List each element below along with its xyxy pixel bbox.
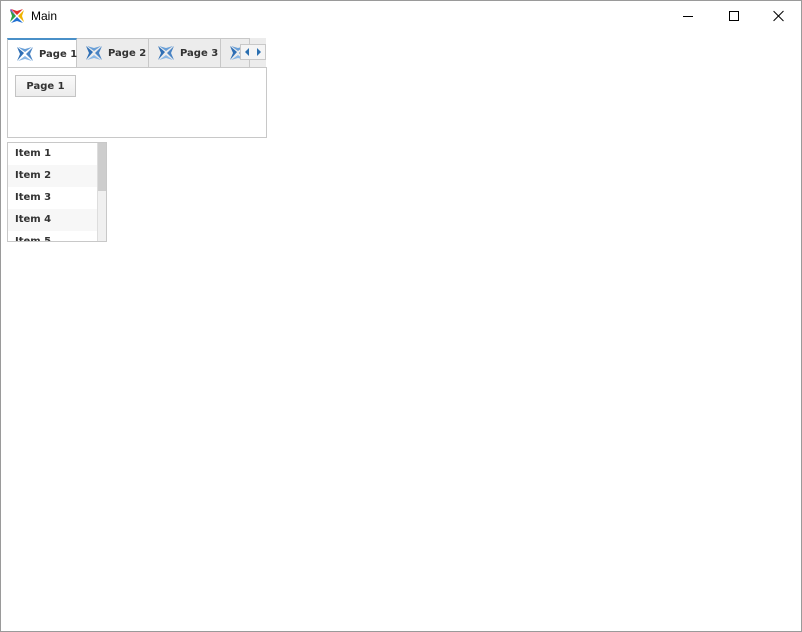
- maximize-icon: [729, 11, 739, 21]
- list-item[interactable]: Item 5: [8, 231, 98, 241]
- tab-page-icon: [158, 46, 174, 60]
- tab-pane: Page 1 Page 2 Page 3 Page 1: [7, 38, 267, 138]
- list-scrollbar[interactable]: [97, 143, 106, 241]
- close-button[interactable]: [756, 1, 802, 31]
- minimize-button[interactable]: [665, 1, 711, 31]
- tab-header: Page 1 Page 2 Page 3: [7, 38, 266, 67]
- window-title: Main: [31, 9, 58, 23]
- list-item[interactable]: Item 3: [8, 187, 98, 209]
- title-bar[interactable]: Main: [1, 1, 801, 31]
- list-item[interactable]: Item 1: [8, 143, 98, 165]
- tab-scroll-right-icon[interactable]: [253, 45, 265, 59]
- tab-content-page-1: Page 1: [7, 67, 267, 138]
- close-icon: [773, 10, 785, 22]
- tab-page-icon: [86, 46, 102, 60]
- tab-scroll-controls: [240, 44, 266, 60]
- list-item[interactable]: Item 2: [8, 165, 98, 187]
- tab-label: Page 3: [180, 47, 219, 59]
- windows-app-icon: [10, 9, 24, 23]
- tab-page-2[interactable]: Page 2: [76, 38, 149, 67]
- tab-page-3[interactable]: Page 3: [148, 38, 221, 67]
- list-item[interactable]: Item 4: [8, 209, 98, 231]
- item-list[interactable]: Item 1 Item 2 Item 3 Item 4 Item 5: [7, 142, 107, 242]
- tab-page-icon: [17, 47, 33, 61]
- tab-label: Page 1: [39, 48, 78, 60]
- maximize-button[interactable]: [711, 1, 757, 31]
- minimize-icon: [683, 15, 693, 17]
- list-scroll-thumb[interactable]: [98, 143, 106, 191]
- main-window: Main Page 1 Page 2 Page 3 Page 1 Item 1 …: [0, 0, 802, 632]
- list-items: Item 1 Item 2 Item 3 Item 4 Item 5: [8, 143, 98, 241]
- tab-label: Page 2: [108, 47, 147, 59]
- tab-page-1[interactable]: Page 1: [7, 38, 77, 67]
- page-1-button[interactable]: Page 1: [15, 75, 76, 97]
- tab-scroll-left-icon[interactable]: [241, 45, 253, 59]
